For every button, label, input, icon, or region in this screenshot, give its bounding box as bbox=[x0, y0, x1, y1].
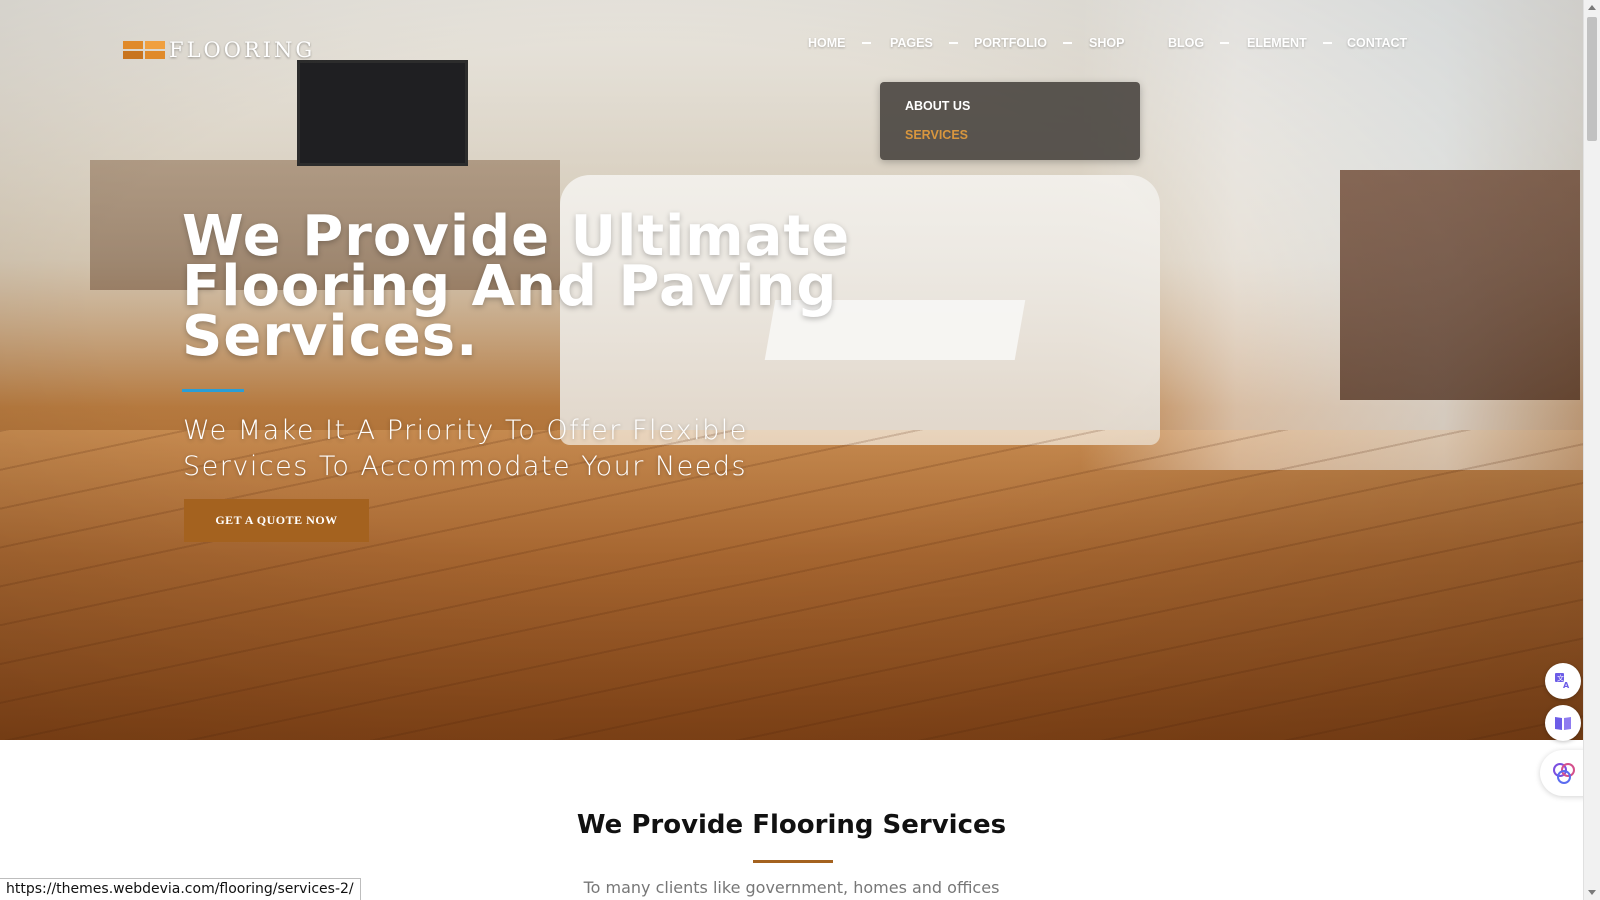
nav-item-element[interactable]: ELEMENT bbox=[1247, 36, 1332, 50]
scrollbar-thumb[interactable] bbox=[1587, 17, 1597, 141]
translate-icon[interactable]: 文 A bbox=[1545, 663, 1581, 699]
nav-item-shop[interactable]: SHOP bbox=[1089, 36, 1124, 50]
nav-label-contact: CONTACT bbox=[1347, 36, 1408, 50]
hero-background bbox=[0, 0, 1583, 740]
nav-item-portfolio[interactable]: PORTFOLIO bbox=[974, 36, 1072, 50]
nav-label-home: HOME bbox=[808, 36, 846, 50]
hero-vignette bbox=[0, 0, 1583, 740]
menu-item-services[interactable]: SERVICES bbox=[905, 128, 968, 142]
brain-icon[interactable] bbox=[1540, 750, 1588, 796]
vertical-scrollbar[interactable] bbox=[1583, 0, 1600, 900]
nav-label-shop: SHOP bbox=[1089, 36, 1125, 50]
hero-title: We Provide Ultimate Flooring And Paving … bbox=[182, 204, 851, 369]
page: FLOORING HOME PAGES PORTFOLIO SHOP BLOG … bbox=[0, 0, 1600, 900]
logo-icon bbox=[123, 41, 165, 59]
reader-icon[interactable] bbox=[1545, 705, 1581, 741]
scroll-down-icon[interactable] bbox=[1588, 890, 1596, 895]
pages-dropdown-menu: ABOUT US SERVICES bbox=[880, 82, 1140, 160]
section-title-underline bbox=[753, 860, 833, 863]
nav-label-element: ELEMENT bbox=[1247, 36, 1307, 50]
scroll-up-icon[interactable] bbox=[1588, 5, 1596, 10]
nav-item-home[interactable]: HOME bbox=[808, 36, 871, 50]
nav-item-contact[interactable]: CONTACT bbox=[1347, 36, 1407, 50]
dropdown-indicator-icon bbox=[861, 42, 871, 44]
logo-text: FLOORING bbox=[169, 38, 316, 62]
dropdown-indicator-icon bbox=[1062, 42, 1072, 44]
dropdown-indicator-icon bbox=[948, 42, 958, 44]
nav-label-portfolio: PORTFOLIO bbox=[974, 36, 1047, 50]
dropdown-indicator-icon bbox=[1220, 42, 1230, 44]
nav-label-pages: PAGES bbox=[890, 36, 933, 50]
hero-subtitle: We Make It A Priority To Offer Flexible … bbox=[183, 415, 748, 482]
get-quote-button[interactable]: GET A QUOTE NOW bbox=[184, 499, 369, 542]
nav-item-pages[interactable]: PAGES bbox=[890, 36, 958, 50]
menu-item-about-us[interactable]: ABOUT US bbox=[905, 99, 970, 113]
nav-label-blog: BLOG bbox=[1168, 36, 1205, 50]
hero-title-underline bbox=[182, 389, 244, 392]
status-bar-url: https://themes.webdevia.com/flooring/ser… bbox=[0, 878, 361, 900]
site-logo[interactable]: FLOORING bbox=[123, 38, 315, 62]
svg-text:A: A bbox=[1563, 681, 1570, 690]
nav-item-blog[interactable]: BLOG bbox=[1168, 36, 1230, 50]
section-title: We Provide Flooring Services bbox=[576, 810, 1007, 840]
dropdown-indicator-icon bbox=[1322, 42, 1332, 44]
